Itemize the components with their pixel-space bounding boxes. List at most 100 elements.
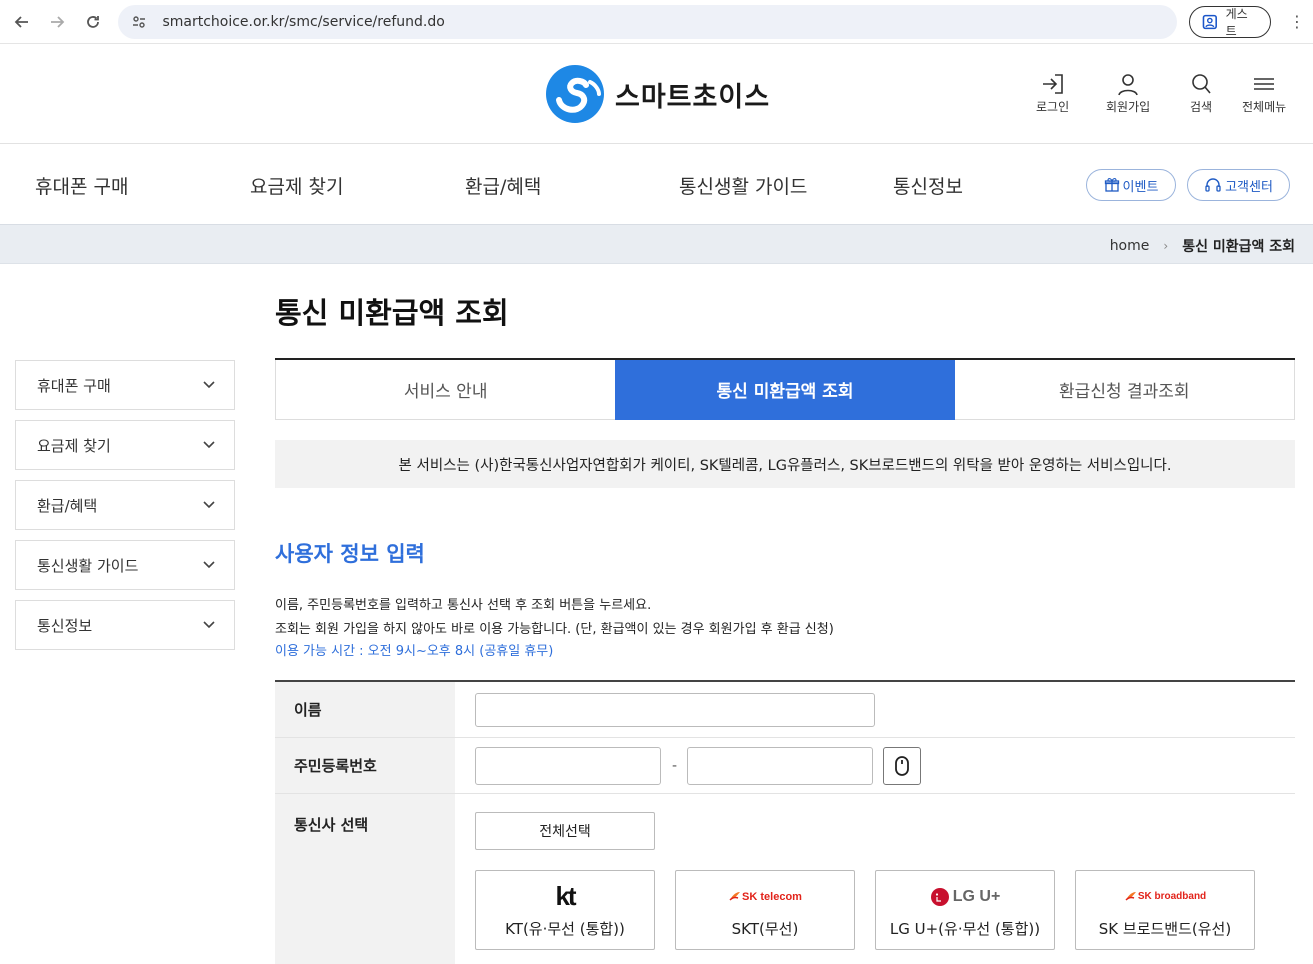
- gnb-item-phone[interactable]: 휴대폰 구매: [35, 172, 128, 199]
- chevron-down-icon: [203, 381, 215, 389]
- breadcrumb-home[interactable]: home: [1110, 238, 1150, 254]
- section-title: 사용자 정보 입력: [275, 542, 425, 566]
- chevron-down-icon: [203, 441, 215, 449]
- search-label: 검색: [1189, 100, 1213, 114]
- carrier-lgu-button[interactable]: LG U+ LG U+(유·무선 (통합)): [875, 870, 1055, 950]
- gnb-item-info[interactable]: 통신정보: [893, 172, 963, 199]
- login-icon: [1042, 74, 1063, 94]
- gnb-item-guide[interactable]: 통신생활 가이드: [679, 172, 807, 199]
- skt-logo: SK telecom: [728, 882, 802, 912]
- breadcrumb-bar: home › 통신 미환급액 조회: [0, 225, 1313, 264]
- secure-keypad-button[interactable]: [883, 746, 922, 785]
- site-header: 스마트초이스 로그인 회원가입 검색 전체메뉴: [0, 44, 1313, 144]
- skt-logo-text: SK telecom: [742, 890, 802, 903]
- site-settings-icon[interactable]: [130, 13, 148, 31]
- user-icon: [1118, 74, 1138, 96]
- headset-icon: [1205, 178, 1221, 192]
- gnb-item-refund[interactable]: 환급/혜택: [465, 172, 541, 199]
- search-icon: [1192, 74, 1211, 94]
- support-label: 고객센터: [1225, 179, 1273, 195]
- site-logo[interactable]: 스마트초이스: [545, 64, 770, 124]
- sidebar-item-label: 요금제 찾기: [37, 436, 111, 455]
- instruction-line: 이름, 주민등록번호를 입력하고 통신사 선택 후 조회 버튼을 누르세요.: [275, 598, 652, 613]
- sidebar-item-label: 환급/혜택: [37, 496, 98, 515]
- login-button[interactable]: 로그인: [1036, 72, 1069, 115]
- carrier-skb-label: SK 브로드밴드(유선): [1098, 919, 1232, 938]
- gnb-item-plan[interactable]: 요금제 찾기: [250, 172, 343, 199]
- search-button[interactable]: 검색: [1187, 72, 1215, 115]
- carrier-kt-button[interactable]: kt KT(유·무선 (통합)): [475, 870, 655, 950]
- carrier-skt-button[interactable]: SK telecom SKT(무선): [675, 870, 855, 950]
- sidebar-item-label: 통신정보: [37, 616, 93, 635]
- event-button[interactable]: 이벤트: [1086, 169, 1176, 201]
- sidebar-item-label: 통신생활 가이드: [37, 556, 139, 575]
- sidebar-item-phone[interactable]: 휴대폰 구매: [15, 360, 235, 410]
- form-row-name: 이름: [275, 682, 1295, 738]
- kt-logo: kt: [555, 881, 576, 912]
- url-text: smartchoice.or.kr/smc/service/refund.do: [162, 13, 445, 30]
- sidebar: 휴대폰 구매 요금제 찾기 환급/혜택 통신생활 가이드 통신정보: [15, 360, 235, 660]
- breadcrumb-current: 통신 미환급액 조회: [1182, 239, 1295, 255]
- rrn-label: 주민등록번호: [275, 738, 455, 793]
- logo-text: 스마트초이스: [615, 81, 771, 113]
- form-row-rrn: 주민등록번호 -: [275, 738, 1295, 794]
- profile-label: 게스트: [1225, 6, 1248, 38]
- service-notice: 본 서비스는 (사)한국통신사업자연합회가 케이티, SK텔레콤, LG유플러스…: [275, 440, 1295, 488]
- sidebar-item-info[interactable]: 통신정보: [15, 600, 235, 650]
- chevron-down-icon: [203, 501, 215, 509]
- sidebar-item-refund[interactable]: 환급/혜택: [15, 480, 235, 530]
- tab-service-guide[interactable]: 서비스 안내: [275, 360, 616, 420]
- profile-button[interactable]: 게스트: [1188, 5, 1271, 38]
- address-bar[interactable]: smartchoice.or.kr/smc/service/refund.do: [118, 4, 1177, 39]
- sidebar-item-plan[interactable]: 요금제 찾기: [15, 420, 235, 470]
- more-icon[interactable]: ⋮: [1289, 12, 1305, 31]
- lgu-logo: LG U+: [930, 882, 1001, 912]
- instructions: 이름, 주민등록번호를 입력하고 통신사 선택 후 조회 버튼을 누르세요. 조…: [275, 594, 1295, 662]
- rrn-dash: -: [672, 757, 678, 774]
- forward-icon[interactable]: [43, 8, 70, 36]
- mouse-icon: [895, 755, 909, 776]
- login-label: 로그인: [1036, 100, 1070, 114]
- breadcrumb: home › 통신 미환급액 조회: [1110, 236, 1295, 256]
- form-row-carrier: 통신사 선택 전체선택 kt KT(유·무선 (통합)) SK telecom: [275, 794, 1295, 964]
- reload-icon[interactable]: [79, 8, 106, 36]
- support-button[interactable]: 고객센터: [1187, 169, 1290, 201]
- chevron-down-icon: [203, 621, 215, 629]
- skb-logo-text: SK broadband: [1137, 891, 1207, 902]
- main-content: 통신 미환급액 조회 서비스 안내 통신 미환급액 조회 환급신청 결과조회 본…: [275, 290, 1295, 964]
- carrier-skb-button[interactable]: SK broadband SK 브로드밴드(유선): [1075, 870, 1255, 950]
- all-menu-button[interactable]: 전체메뉴: [1242, 72, 1286, 115]
- sidebar-item-guide[interactable]: 통신생활 가이드: [15, 540, 235, 590]
- carrier-lgu-label: LG U+(유·무선 (통합)): [889, 919, 1041, 938]
- tab-refund-inquiry[interactable]: 통신 미환급액 조회: [615, 360, 955, 420]
- carrier-skt-label: SKT(무선): [731, 919, 799, 938]
- service-hours: 이용 가능 시간 : 오전 9시~오후 8시 (공휴일 휴무): [275, 644, 554, 659]
- carrier-kt-label: KT(유·무선 (통합)): [505, 919, 625, 938]
- name-label: 이름: [275, 682, 455, 737]
- chevron-right-icon: ›: [1163, 239, 1169, 253]
- logo-mark-icon: [546, 65, 604, 123]
- rrn-back-input[interactable]: [687, 746, 874, 785]
- lgu-logo-text: LG U+: [952, 887, 1001, 905]
- chevron-down-icon: [203, 561, 215, 569]
- name-input[interactable]: [475, 692, 875, 727]
- tab-result-inquiry[interactable]: 환급신청 결과조회: [954, 360, 1295, 420]
- back-icon[interactable]: [8, 8, 35, 36]
- signup-label: 회원가입: [1106, 100, 1151, 114]
- select-all-button[interactable]: 전체선택: [475, 812, 655, 850]
- rrn-front-input[interactable]: [475, 746, 661, 785]
- sidebar-item-label: 휴대폰 구매: [37, 376, 111, 395]
- profile-icon: [1202, 14, 1217, 29]
- menu-icon: [1254, 78, 1275, 90]
- global-nav: 휴대폰 구매 요금제 찾기 환급/혜택 통신생활 가이드 통신정보 이벤트 고객…: [0, 144, 1313, 225]
- sk-butterfly-icon: [1125, 891, 1136, 901]
- gift-icon: [1104, 178, 1119, 192]
- signup-button[interactable]: 회원가입: [1106, 72, 1150, 115]
- carrier-list: kt KT(유·무선 (통합)) SK telecom SKT(무선) LG U…: [475, 870, 1295, 950]
- all-menu-label: 전체메뉴: [1242, 100, 1287, 114]
- tab-bar: 서비스 안내 통신 미환급액 조회 환급신청 결과조회: [275, 358, 1295, 420]
- user-info-form: 이름 주민등록번호 - 통신사 선택 전체선택 kt KT(유·무선 (통합))…: [275, 680, 1295, 964]
- kt-logo-text: kt: [555, 881, 576, 911]
- lg-face-icon: [930, 887, 949, 906]
- sk-butterfly-icon: [729, 891, 741, 901]
